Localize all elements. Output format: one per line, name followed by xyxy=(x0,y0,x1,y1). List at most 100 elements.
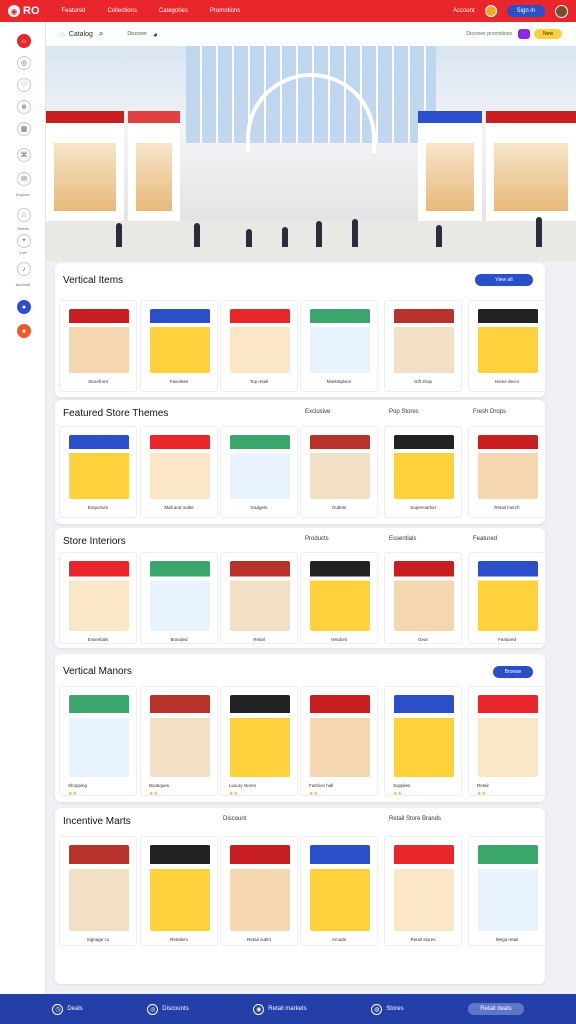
product-tile[interactable]: Outlets xyxy=(300,426,378,518)
product-image xyxy=(150,845,210,931)
bell-icon[interactable]: ♪ xyxy=(17,262,31,276)
compass-icon[interactable]: ◎ xyxy=(17,56,31,70)
view-all-button[interactable]: View all xyxy=(475,274,533,286)
magnifier-icon[interactable]: ⌕ xyxy=(99,29,103,39)
product-tile[interactable]: Supermarket xyxy=(384,426,462,518)
rating-stars-icon: ★★ xyxy=(229,791,238,797)
product-image xyxy=(310,435,370,499)
product-tile[interactable]: Branded xyxy=(140,552,218,644)
search-brand[interactable]: Catalog xyxy=(69,31,93,38)
location-icon[interactable]: ⌖ xyxy=(17,234,31,248)
sub-title-retail-brands: Retail Store Brands xyxy=(389,816,442,822)
product-image xyxy=(310,845,370,931)
product-tile[interactable]: Featured xyxy=(468,552,546,644)
bottom-nav-stores[interactable]: ◍ Stores xyxy=(371,1003,404,1015)
product-tile[interactable]: Vendors xyxy=(300,552,378,644)
product-caption: Shopping xyxy=(68,783,88,788)
product-tile[interactable]: Mega retail xyxy=(468,836,546,946)
product-tile[interactable]: Retail merch xyxy=(468,426,546,518)
product-tile[interactable]: Supplies ★★ xyxy=(384,686,462,797)
logo-icon: ◉ xyxy=(8,5,20,17)
top-nav: Featured Collections Categories Promotio… xyxy=(62,8,241,14)
product-tile[interactable]: Fashion hall ★★ xyxy=(300,686,378,797)
product-image xyxy=(310,695,370,777)
bottom-nav-markets[interactable]: ◉ Retail markets xyxy=(253,1003,307,1015)
product-caption: Marketplace xyxy=(326,379,352,384)
product-tile[interactable]: Storefront xyxy=(59,300,137,392)
promo-icon[interactable] xyxy=(518,29,530,39)
product-image xyxy=(478,695,538,777)
product-tile[interactable]: Retail xyxy=(220,552,298,644)
browse-button[interactable]: Browse xyxy=(493,666,533,678)
product-tile[interactable]: Signage co xyxy=(59,836,137,946)
top-bar: ◉ RO Featured Collections Categories Pro… xyxy=(0,0,576,22)
tag-icon[interactable]: ⌘ xyxy=(17,148,31,162)
product-image xyxy=(394,309,454,373)
product-caption: Home decor xyxy=(494,379,520,384)
product-tile[interactable]: Retailers xyxy=(140,836,218,946)
chat-icon[interactable]: ✉ xyxy=(17,172,31,186)
cart-icon[interactable]: ⊕ xyxy=(17,100,31,114)
product-tile[interactable]: Essentials xyxy=(59,552,137,644)
bottom-nav-deals[interactable]: ◷ Deals xyxy=(52,1003,83,1015)
product-image xyxy=(230,561,290,631)
product-tile[interactable]: Gear xyxy=(384,552,462,644)
heart-icon[interactable]: ♡ xyxy=(17,78,31,92)
home-icon[interactable]: ⌂ xyxy=(17,34,31,48)
product-caption: Gear xyxy=(417,637,428,642)
nav-promotions[interactable]: Promotions xyxy=(210,8,240,14)
product-image xyxy=(150,561,210,631)
product-caption: Retail xyxy=(477,783,489,788)
product-tile[interactable]: Retail outlet xyxy=(220,836,298,946)
product-tile[interactable]: Luxury stores ★★ xyxy=(220,686,298,797)
signin-button[interactable]: Sign in xyxy=(506,5,545,17)
camera-icon[interactable]: ◕ xyxy=(153,30,158,39)
notification-icon[interactable] xyxy=(484,5,497,17)
product-tile[interactable]: Home decor xyxy=(468,300,546,392)
grid-icon[interactable]: ▦ xyxy=(17,122,31,136)
bottom-nav-discounts[interactable]: ◎ Discounts xyxy=(147,1003,189,1015)
search-icon[interactable]: ◌ xyxy=(60,30,65,39)
sub-title-fresh-drops: Fresh Drops xyxy=(473,409,507,415)
product-tile[interactable]: Retail ★★ xyxy=(468,686,546,797)
product-caption: Retail outlet xyxy=(247,937,271,942)
market-icon: ◉ xyxy=(253,1003,265,1015)
product-tile[interactable]: Arcade xyxy=(300,836,378,946)
account-link[interactable]: Account xyxy=(453,8,475,14)
nav-featured[interactable]: Featured xyxy=(62,8,86,14)
product-caption: Supermarket xyxy=(410,505,436,510)
product-caption: Signage co xyxy=(86,937,110,942)
sub-title-products: Products xyxy=(305,536,329,542)
nav-categories[interactable]: Categories xyxy=(159,8,188,14)
hero-person xyxy=(194,223,200,247)
bottom-nav-label: Deals xyxy=(67,1006,83,1012)
product-tile[interactable]: Mall and outlet xyxy=(140,426,218,518)
product-tile[interactable]: Emporium xyxy=(59,426,137,518)
product-tile[interactable]: Gift shop xyxy=(384,300,462,392)
product-image xyxy=(394,845,454,931)
product-image xyxy=(310,561,370,631)
hero-person xyxy=(246,229,252,247)
product-tile[interactable]: Marketplace xyxy=(300,300,378,392)
avatar[interactable] xyxy=(555,4,568,18)
product-tile[interactable]: Boutiques ★★ xyxy=(140,686,218,797)
bottom-nav-retail-deals[interactable]: Retail deals xyxy=(468,1003,524,1015)
search-mid-label[interactable]: Discover xyxy=(127,31,146,37)
product-tile[interactable]: Gadgets xyxy=(220,426,298,518)
hero-store-left2 xyxy=(128,111,180,221)
product-caption: Fashion hall xyxy=(309,783,334,788)
product-caption: Gift shop xyxy=(413,379,432,384)
nav-collections[interactable]: Collections xyxy=(108,8,137,14)
product-tile[interactable]: Retail stores xyxy=(384,836,462,946)
new-badge[interactable]: New xyxy=(534,29,562,39)
product-tile[interactable]: Top retail xyxy=(220,300,298,392)
sidebar-label-account: Account xyxy=(15,282,31,287)
star-icon[interactable]: ☆ xyxy=(17,208,31,222)
product-tile[interactable]: Shopping ★★ xyxy=(59,686,137,797)
section-title: Vertical Items xyxy=(63,275,124,286)
profile-icon[interactable]: ● xyxy=(17,300,31,314)
product-tile[interactable]: Favorites xyxy=(140,300,218,392)
brand-logo[interactable]: ◉ RO xyxy=(8,5,40,17)
search-promo-text[interactable]: Discover promotions xyxy=(466,31,512,37)
settings-icon[interactable]: ● xyxy=(17,324,31,338)
